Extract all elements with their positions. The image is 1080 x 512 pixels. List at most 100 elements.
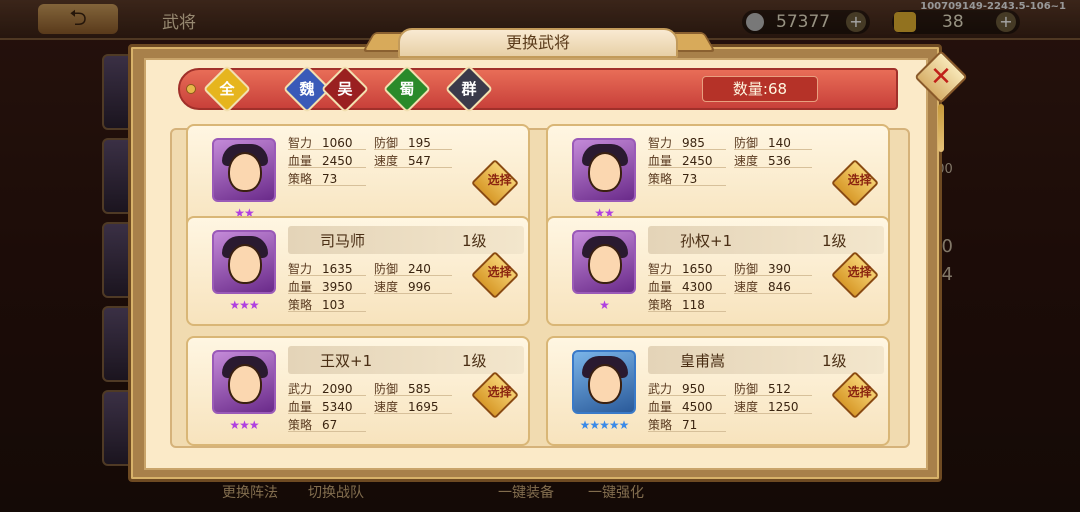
stat-value: 67 bbox=[322, 418, 338, 432]
stat-underline bbox=[734, 167, 812, 168]
general-card[interactable]: ★★★★★ 皇甫嵩 1级 选择 武力 950 防御 512 血量 4500 速度 1250 策略… bbox=[546, 336, 890, 446]
select-button[interactable]: 选择 bbox=[830, 370, 880, 420]
star-rating: ★★★ bbox=[229, 418, 259, 432]
general-card[interactable]: ★★★ 王双+1 1级 选择 武力 2090 防御 585 血量 5340 速度 1695 策略… bbox=[186, 336, 530, 446]
stat-value: 1695 bbox=[408, 400, 439, 414]
stat-value: 73 bbox=[682, 172, 698, 186]
portrait-face bbox=[588, 244, 622, 284]
stat-value: 547 bbox=[408, 154, 431, 168]
filter-tab-label: 吴 bbox=[337, 80, 353, 98]
select-button-label: 选择 bbox=[487, 264, 512, 279]
close-icon: ✕ bbox=[930, 62, 952, 92]
stat-value: 985 bbox=[682, 136, 705, 150]
stat-underline bbox=[288, 431, 366, 432]
select-button-label: 选择 bbox=[487, 384, 512, 399]
dialog-title: 更换武将 bbox=[398, 28, 678, 58]
select-button-label: 选择 bbox=[847, 172, 872, 187]
stat-underline bbox=[648, 185, 726, 186]
stat-value: 118 bbox=[682, 298, 705, 312]
portrait-face bbox=[588, 364, 622, 404]
stat-value: 3950 bbox=[322, 280, 353, 294]
stat-value: 950 bbox=[682, 382, 705, 396]
select-button-label: 选择 bbox=[847, 264, 872, 279]
change-general-dialog: 更换武将 ✕ 全 魏 吴 蜀 群 数量:68 ★★ 选择 智力 1060 防御 195… bbox=[122, 28, 968, 482]
stat-value: 1060 bbox=[322, 136, 353, 150]
stat-underline bbox=[734, 413, 812, 414]
stat-underline bbox=[734, 293, 812, 294]
select-button[interactable]: 选择 bbox=[830, 250, 880, 300]
stat-underline bbox=[648, 413, 726, 414]
select-button-label: 选择 bbox=[487, 172, 512, 187]
stat-underline bbox=[374, 413, 452, 414]
general-count: 数量:68 bbox=[702, 76, 818, 102]
select-button-label: 选择 bbox=[847, 384, 872, 399]
stat-underline bbox=[374, 395, 452, 396]
general-name: 皇甫嵩 bbox=[680, 352, 726, 370]
star-rating: ★★★ bbox=[229, 298, 259, 312]
stat-underline bbox=[374, 293, 452, 294]
general-portrait bbox=[572, 138, 636, 202]
stat-underline bbox=[648, 293, 726, 294]
general-level: 1级 bbox=[822, 352, 847, 370]
general-level: 1级 bbox=[822, 232, 847, 250]
stat-value: 1650 bbox=[682, 262, 713, 276]
general-portrait bbox=[572, 350, 636, 414]
stat-value: 71 bbox=[682, 418, 698, 432]
stat-value: 536 bbox=[768, 154, 791, 168]
stat-value: 4500 bbox=[682, 400, 713, 414]
stat-underline bbox=[374, 149, 452, 150]
stat-value: 140 bbox=[768, 136, 791, 150]
stat-value: 4300 bbox=[682, 280, 713, 294]
stat-underline bbox=[288, 311, 366, 312]
general-portrait bbox=[212, 350, 276, 414]
stat-underline bbox=[288, 293, 366, 294]
portrait-face bbox=[588, 152, 622, 192]
stat-value: 73 bbox=[322, 172, 338, 186]
select-button[interactable]: 选择 bbox=[470, 158, 520, 208]
stat-underline bbox=[374, 167, 452, 168]
general-card[interactable]: ★★★ 司马师 1级 选择 智力 1635 防御 240 血量 3950 速度 996 策略 10… bbox=[186, 216, 530, 326]
general-portrait bbox=[572, 230, 636, 294]
stat-underline bbox=[288, 413, 366, 414]
stat-underline bbox=[374, 275, 452, 276]
portrait-face bbox=[228, 244, 262, 284]
stat-value: 5340 bbox=[322, 400, 353, 414]
stat-underline bbox=[288, 395, 366, 396]
stat-underline bbox=[734, 275, 812, 276]
general-card[interactable]: ★ 孙权+1 1级 选择 智力 1650 防御 390 血量 4300 速度 846 策略 118 bbox=[546, 216, 890, 326]
stat-value: 1250 bbox=[768, 400, 799, 414]
general-name: 王双+1 bbox=[320, 352, 373, 370]
portrait-face bbox=[228, 152, 262, 192]
stat-value: 2090 bbox=[322, 382, 353, 396]
general-name: 孙权+1 bbox=[680, 232, 733, 250]
general-name: 司马师 bbox=[320, 232, 366, 250]
stat-underline bbox=[648, 395, 726, 396]
filter-tab-label: 魏 bbox=[299, 80, 315, 98]
star-rating: ★★★★★ bbox=[579, 418, 630, 432]
stat-value: 103 bbox=[322, 298, 345, 312]
tassel-ornament bbox=[938, 104, 944, 152]
select-button[interactable]: 选择 bbox=[470, 370, 520, 420]
stat-underline bbox=[734, 395, 812, 396]
general-list: ★★ 选择 智力 1060 防御 195 血量 2450 速度 547 策略 73 ★★ 选择 智… bbox=[170, 124, 910, 448]
stat-value: 195 bbox=[408, 136, 431, 150]
general-portrait bbox=[212, 230, 276, 294]
stat-value: 512 bbox=[768, 382, 791, 396]
stat-value: 240 bbox=[408, 262, 431, 276]
general-level: 1级 bbox=[462, 232, 487, 250]
stat-value: 585 bbox=[408, 382, 431, 396]
general-level: 1级 bbox=[462, 352, 487, 370]
stat-underline bbox=[648, 275, 726, 276]
stat-value: 390 bbox=[768, 262, 791, 276]
stat-underline bbox=[288, 149, 366, 150]
filter-tab-label: 群 bbox=[461, 80, 477, 98]
stat-underline bbox=[648, 311, 726, 312]
stat-value: 2450 bbox=[322, 154, 353, 168]
select-button[interactable]: 选择 bbox=[830, 158, 880, 208]
filter-tab-label: 全 bbox=[219, 80, 235, 98]
portrait-face bbox=[228, 364, 262, 404]
stat-underline bbox=[734, 149, 812, 150]
select-button[interactable]: 选择 bbox=[470, 250, 520, 300]
stat-underline bbox=[648, 149, 726, 150]
star-rating: ★ bbox=[599, 298, 610, 312]
